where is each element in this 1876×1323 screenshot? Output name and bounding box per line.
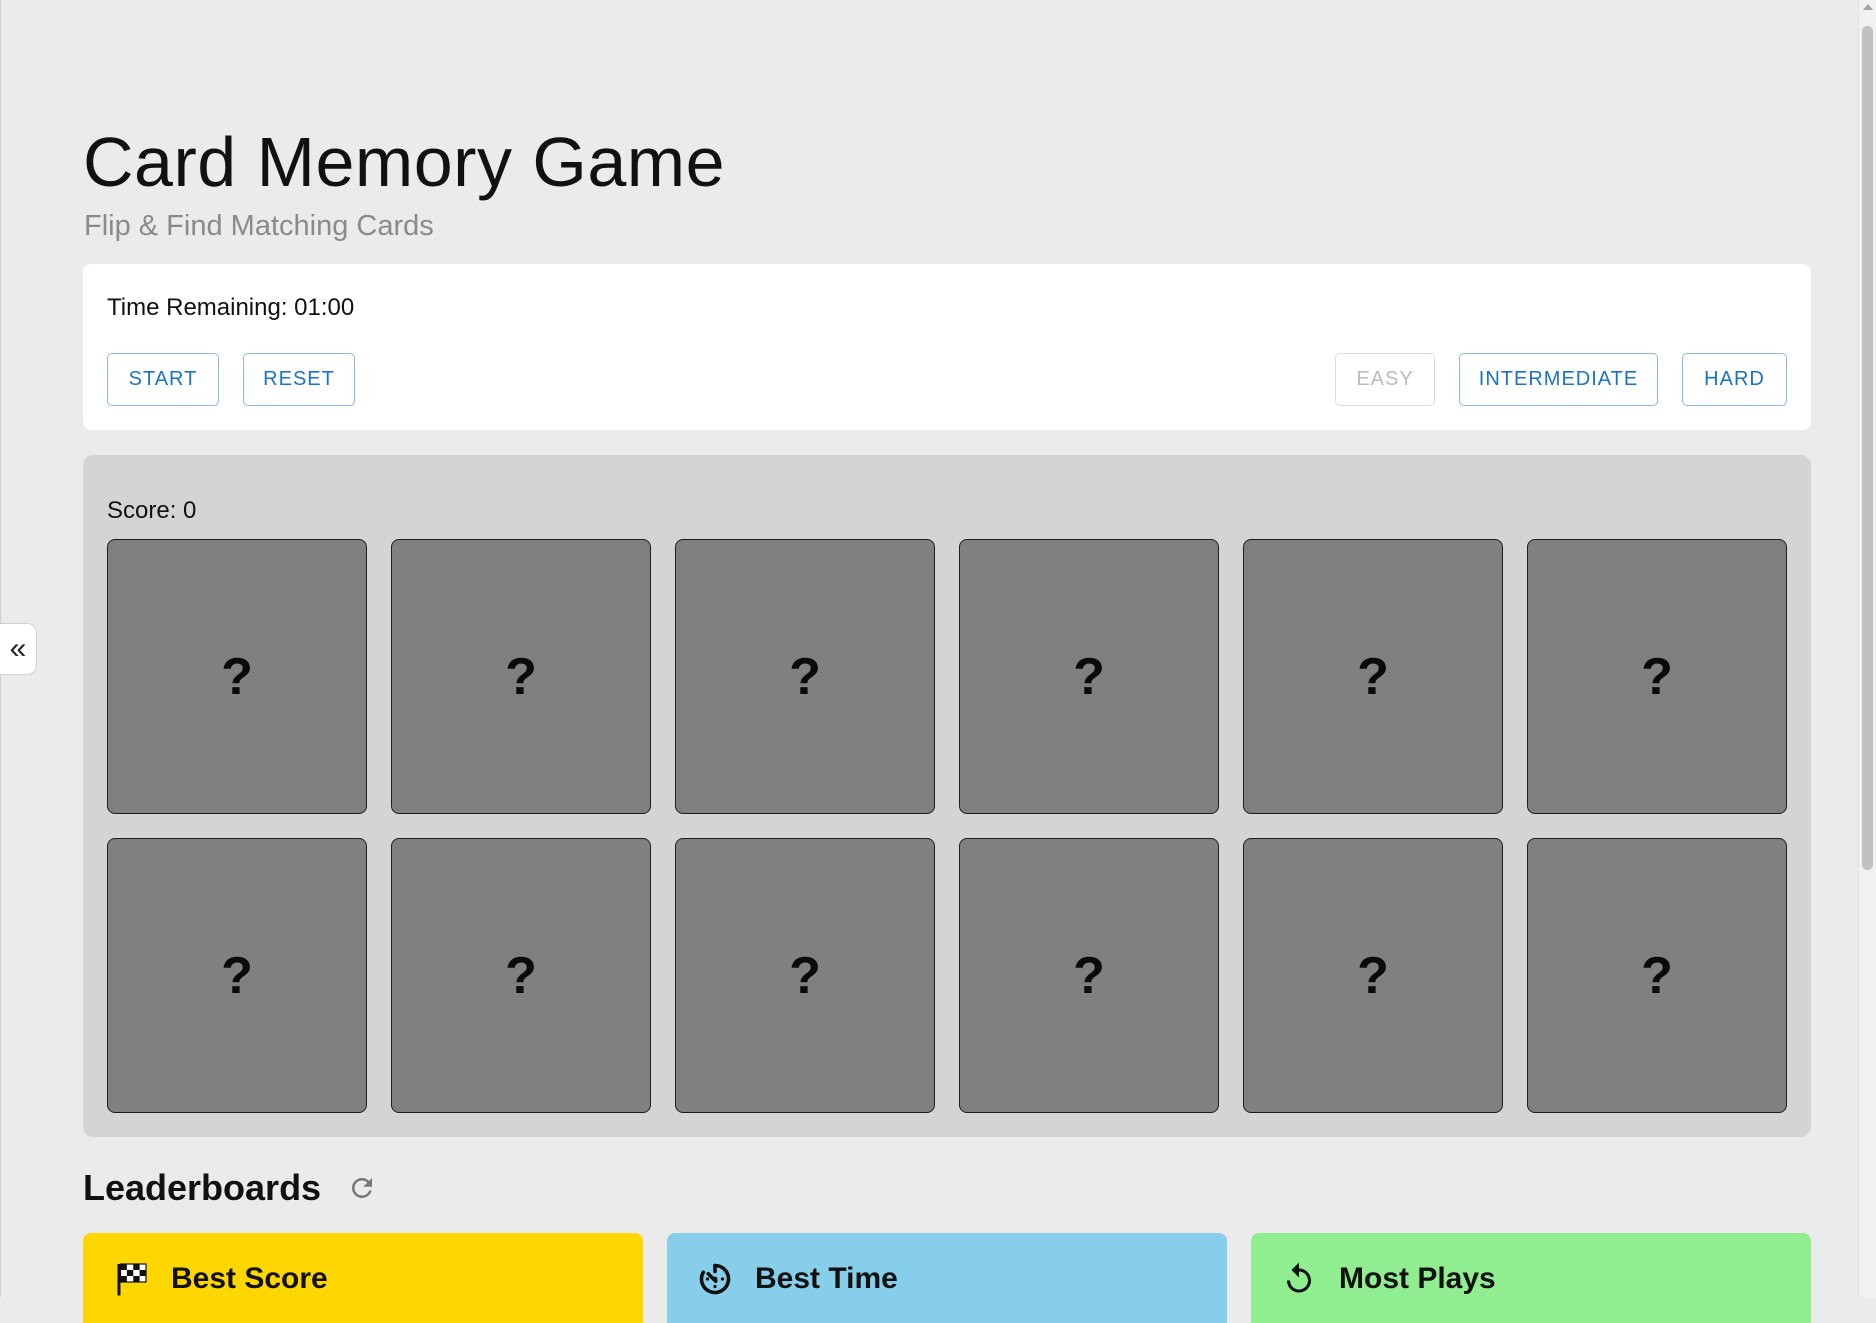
leaderboard-best-time-label: Best Time — [755, 1262, 898, 1295]
replay-icon — [1287, 1262, 1311, 1293]
page-subtitle: Flip & Find Matching Cards — [84, 210, 434, 242]
timer-icon — [699, 1263, 731, 1295]
double-chevron-left-icon: « — [9, 632, 27, 665]
card-grid: ? ? ? ? ? ? ? ? ? ? ? ? — [107, 539, 1787, 1113]
sidebar-collapse-button[interactable]: « — [0, 623, 37, 675]
card[interactable]: ? — [959, 838, 1219, 1113]
leaderboard-best-score[interactable]: Best Score — [83, 1233, 643, 1323]
score-display: Score: 0 — [107, 497, 197, 524]
page-title: Card Memory Game — [83, 123, 726, 201]
checkered-flag-icon — [117, 1263, 147, 1296]
start-button[interactable]: START — [107, 353, 219, 406]
difficulty-easy-button[interactable]: EASY — [1335, 353, 1435, 406]
card[interactable]: ? — [675, 838, 935, 1113]
card[interactable]: ? — [1527, 838, 1787, 1113]
card[interactable]: ? — [959, 539, 1219, 814]
controls-panel: Time Remaining: 01:00 START RESET EASY I… — [83, 264, 1811, 430]
scroll-up-arrow-icon[interactable] — [1863, 4, 1873, 10]
leaderboard-best-score-label: Best Score — [171, 1262, 328, 1295]
leaderboard-most-plays-label: Most Plays — [1339, 1262, 1496, 1295]
leaderboards-header: Leaderboards — [83, 1167, 377, 1209]
leaderboards-title: Leaderboards — [83, 1167, 322, 1208]
card[interactable]: ? — [1243, 838, 1503, 1113]
card[interactable]: ? — [675, 539, 935, 814]
refresh-icon[interactable] — [347, 1173, 377, 1203]
card[interactable]: ? — [391, 539, 651, 814]
leaderboard-most-plays[interactable]: Most Plays — [1251, 1233, 1811, 1323]
card[interactable]: ? — [391, 838, 651, 1113]
card[interactable]: ? — [1243, 539, 1503, 814]
card[interactable]: ? — [107, 539, 367, 814]
difficulty-hard-button[interactable]: HARD — [1682, 353, 1787, 406]
game-board: Score: 0 ? ? ? ? ? ? ? ? ? ? ? ? — [83, 455, 1811, 1137]
time-remaining: Time Remaining: 01:00 — [107, 294, 355, 321]
scrollbar-thumb[interactable] — [1862, 26, 1873, 870]
vertical-scrollbar[interactable] — [1858, 0, 1876, 1297]
reset-button[interactable]: RESET — [243, 353, 355, 406]
card[interactable]: ? — [107, 838, 367, 1113]
card[interactable]: ? — [1527, 539, 1787, 814]
difficulty-intermediate-button[interactable]: INTERMEDIATE — [1459, 353, 1658, 406]
leaderboard-best-time[interactable]: Best Time — [667, 1233, 1227, 1323]
